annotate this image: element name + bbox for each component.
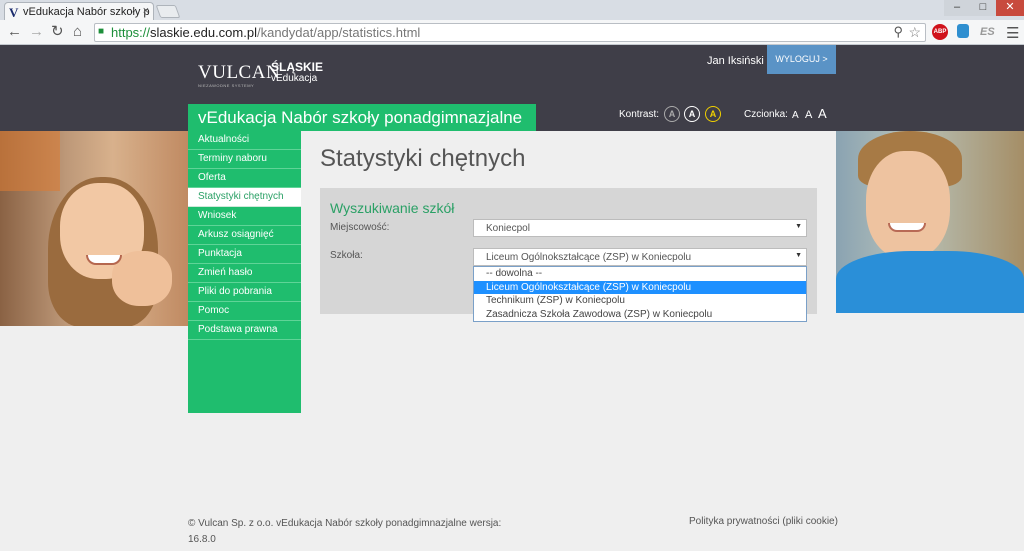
vulcan-logo-text: VULCAN xyxy=(198,62,281,83)
sidebar-item-aktualnosci[interactable]: Aktualności xyxy=(188,131,301,150)
slaskie-logo-line2: vEdukacja xyxy=(271,73,318,84)
chevron-down-icon: ▼ xyxy=(795,252,802,259)
extension-icon[interactable] xyxy=(957,24,969,38)
font-small-button[interactable]: A xyxy=(792,110,799,121)
school-select-value: Liceum Ogólnokształcące (ZSP) w Koniecpo… xyxy=(486,252,692,263)
logout-button[interactable]: WYLOGUJ > xyxy=(767,45,836,74)
chevron-down-icon: ▼ xyxy=(795,223,802,230)
school-select[interactable]: Liceum Ogólnokształcące (ZSP) w Koniecpo… xyxy=(473,248,807,266)
new-tab-button[interactable] xyxy=(155,5,181,18)
window-maximize-button[interactable]: □ xyxy=(970,0,996,16)
font-medium-button[interactable]: A xyxy=(805,109,812,121)
slaskie-logo-line1: ŚLĄSKIE xyxy=(271,60,324,74)
sidebar-item-podstawa-prawna[interactable]: Podstawa prawna xyxy=(188,321,301,340)
forward-arrow-icon[interactable]: → xyxy=(29,24,44,40)
app-title: vEdukacja Nabór szkoły ponadgimnazjalne xyxy=(188,104,536,131)
school-option-any[interactable]: -- dowolna -- xyxy=(474,267,806,281)
browser-tab[interactable]: V vEdukacja Nabór szkoły p × xyxy=(4,2,154,20)
school-option-technikum[interactable]: Technikum (ZSP) w Koniecpolu xyxy=(474,294,806,308)
zoom-icon[interactable]: ⚲ xyxy=(893,24,903,40)
browser-toolbar: ← → ↻ ⌂ ■ https://slaskie.edu.com.pl/kand… xyxy=(0,20,1024,45)
font-size-label: Czcionka: xyxy=(744,109,788,120)
school-dropdown-list: -- dowolna -- Liceum Ogólnokształcące (Z… xyxy=(473,266,807,322)
hero-photo-boy xyxy=(836,131,1024,313)
footer-privacy-link[interactable]: Polityka prywatności (pliki cookie) xyxy=(689,516,838,527)
sidebar-item-terminy-naboru[interactable]: Terminy naboru xyxy=(188,150,301,169)
town-select[interactable]: Koniecpol ▼ xyxy=(473,219,807,237)
es-extension-icon[interactable]: ES xyxy=(980,26,995,38)
url-scheme: https:// xyxy=(111,25,151,40)
window-minimize-button[interactable]: – xyxy=(944,0,970,16)
user-name: Jan Iksiński xyxy=(707,55,764,67)
browser-tab-strip: V vEdukacja Nabór szkoły p × – □ ✕ xyxy=(0,0,1024,20)
adblock-extension-icon[interactable]: ABP xyxy=(932,24,948,40)
vulcan-logo[interactable]: VULCAN NIEZAWODNE SYSTEMY xyxy=(198,62,280,88)
slaskie-logo[interactable]: ŚLĄSKIE vEdukacja xyxy=(271,61,323,85)
school-label: Szkoła: xyxy=(330,250,363,261)
font-large-button[interactable]: A xyxy=(818,106,827,121)
window-close-button[interactable]: ✕ xyxy=(996,0,1024,16)
sidebar-item-pliki-do-pobrania[interactable]: Pliki do pobrania xyxy=(188,283,301,302)
contrast-yellow-button[interactable]: A xyxy=(705,106,721,122)
sidebar-item-punktacja[interactable]: Punktacja xyxy=(188,245,301,264)
vulcan-favicon-icon: V xyxy=(9,5,19,20)
school-option-zsz[interactable]: Zasadnicza Szkoła Zawodowa (ZSP) w Konie… xyxy=(474,308,806,322)
contrast-label: Kontrast: xyxy=(619,109,660,120)
home-icon[interactable]: ⌂ xyxy=(73,24,82,40)
hero-photo-girl xyxy=(0,131,188,326)
browser-tab-title: vEdukacja Nabór szkoły p xyxy=(23,6,150,18)
page-title: Statystyki chętnych xyxy=(320,145,526,172)
footer-version: 16.8.0 xyxy=(188,534,216,545)
school-option-liceum[interactable]: Liceum Ogólnokształcące (ZSP) w Koniecpo… xyxy=(474,280,806,294)
sidebar-item-arkusz-osiagniec[interactable]: Arkusz osiągnięć xyxy=(188,226,301,245)
reload-icon[interactable]: ↻ xyxy=(51,24,64,40)
url-path: /kandydat/app/statistics.html xyxy=(256,25,421,40)
footer-copyright-text: © Vulcan Sp. z o.o. vEdukacja Nabór szko… xyxy=(188,518,502,529)
vulcan-logo-tagline: NIEZAWODNE SYSTEMY xyxy=(198,83,255,88)
search-panel-title: Wyszukiwanie szkół xyxy=(330,200,455,216)
sidebar-item-statystyki-chetnych[interactable]: Statystyki chętnych xyxy=(188,188,301,207)
lock-icon: ■ xyxy=(98,26,105,37)
sidebar-nav: Aktualności Terminy naboru Oferta Statys… xyxy=(188,131,301,413)
browser-menu-icon[interactable]: ☰ xyxy=(1006,24,1019,42)
sidebar-item-wniosek[interactable]: Wniosek xyxy=(188,207,301,226)
footer-copyright: © Vulcan Sp. z o.o. vEdukacja Nabór szko… xyxy=(188,516,528,548)
address-bar-input[interactable]: ■ https://slaskie.edu.com.pl/kandydat/app… xyxy=(94,23,926,42)
back-arrow-icon[interactable]: ← xyxy=(7,24,22,40)
contrast-normal-button[interactable]: A xyxy=(664,106,680,122)
url-host: slaskie.edu.com.pl xyxy=(150,25,257,40)
sidebar-item-zmien-haslo[interactable]: Zmień hasło xyxy=(188,264,301,283)
town-label: Miejscowość: xyxy=(330,222,390,233)
sidebar-item-oferta[interactable]: Oferta xyxy=(188,169,301,188)
tab-close-icon[interactable]: × xyxy=(143,5,149,17)
town-select-value: Koniecpol xyxy=(486,223,530,234)
contrast-white-button[interactable]: A xyxy=(684,106,700,122)
bookmark-star-icon[interactable]: ☆ xyxy=(908,24,921,41)
sidebar-item-pomoc[interactable]: Pomoc xyxy=(188,302,301,321)
